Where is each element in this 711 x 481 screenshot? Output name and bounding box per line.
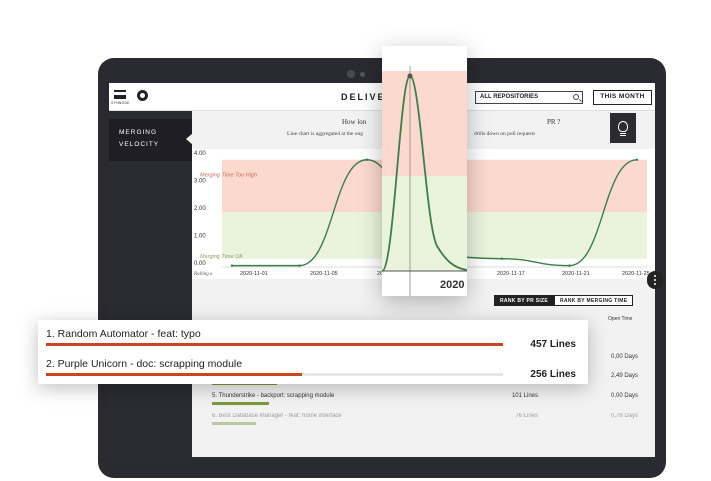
y-tick-label: 3.00 xyxy=(194,179,206,185)
lightbulb-icon xyxy=(618,121,628,132)
pull-request-lines: 256 Lines xyxy=(530,369,576,380)
size-bar xyxy=(212,402,270,405)
pull-request-lines: 76 Lines xyxy=(515,413,538,419)
band-high-label: Merging Time Too High xyxy=(200,172,257,178)
chart-subtitle-end: drills down on pull requests xyxy=(474,131,536,137)
size-bar-track xyxy=(46,343,503,346)
band-ok-label: Merging Time OK xyxy=(200,254,243,260)
zoomed-peak-chart xyxy=(382,66,467,296)
github-icon[interactable] xyxy=(137,90,148,101)
x-tick-label: 2020-11-01 xyxy=(240,271,268,277)
repository-select[interactable]: ALL REPOSITORIES xyxy=(475,91,583,104)
x-tick-label: 2020-11-17 xyxy=(497,271,525,277)
sidebar-item-merging-velocity[interactable]: MERGING VELOCITY xyxy=(109,119,193,161)
pull-request-lines: 457 Lines xyxy=(530,339,576,350)
list-item[interactable]: 1. Random Automator - feat: typo 457 Lin… xyxy=(46,324,576,350)
tab-rank-by-merging-time[interactable]: RANK BY MERGING TIME xyxy=(554,295,634,306)
chart-title: How lon xyxy=(342,118,367,126)
open-time-header: Open Time xyxy=(608,316,633,322)
x-tick-label: 2020-11-05 xyxy=(310,271,338,277)
menu-label: SYNNODE xyxy=(111,101,130,105)
size-bar xyxy=(212,422,257,425)
zoom-peak-point xyxy=(407,73,413,79)
pull-request-label: 6. Best Database Manager - feat: home in… xyxy=(212,413,342,419)
dot-icon xyxy=(654,279,656,281)
data-point xyxy=(568,264,571,267)
y-tick-label: 1.00 xyxy=(194,234,206,240)
table-row[interactable]: 5. Thunderstrike - backport: scrapping m… xyxy=(212,393,642,411)
rank-tabs: RANK BY PR SIZE RANK BY MERGING TIME xyxy=(494,295,634,306)
top-pull-requests-card: 1. Random Automator - feat: typo 457 Lin… xyxy=(38,320,588,384)
list-item[interactable]: 2. Purple Unicorn - doc: scrapping modul… xyxy=(46,354,576,380)
camera-sensor-icon xyxy=(360,72,365,77)
lightbulb-base-icon xyxy=(620,133,626,136)
hamburger-menu-icon[interactable] xyxy=(114,90,126,99)
chart-title-end: PR ? xyxy=(547,118,561,126)
size-bar-track xyxy=(46,373,503,376)
data-point xyxy=(500,257,504,260)
x-tick-label: 2020-11-21 xyxy=(562,271,590,277)
chart-subtitle: Line chart is aggregated at the ong xyxy=(287,131,364,137)
open-time-value: 0,00 Days xyxy=(610,354,638,360)
zoom-year-label: 2020 xyxy=(440,279,465,291)
y-tick-label: 0.00 xyxy=(194,261,206,267)
y-tick-label: 4.00 xyxy=(194,151,206,157)
table-row[interactable]: 6. Best Database Manager - feat: home in… xyxy=(212,413,642,431)
pull-request-label: 2. Purple Unicorn - doc: scrapping modul… xyxy=(46,358,243,370)
stage: SYNNODE DELIVER ALL REPOSITORIES THIS MO… xyxy=(0,0,711,481)
x-tick-label: 2020-11-25 xyxy=(622,271,650,277)
sidebar-item-label: VELOCITY xyxy=(119,141,160,148)
sidebar-item-label: MERGING xyxy=(119,129,158,136)
dot-icon xyxy=(654,283,656,285)
y-tick-label: 2.00 xyxy=(194,206,206,212)
size-bar-fill xyxy=(46,373,302,376)
camera-icon xyxy=(347,70,355,78)
pull-request-label: 1. Random Automator - feat: typo xyxy=(46,328,201,340)
data-point xyxy=(365,158,369,161)
data-point xyxy=(298,264,301,267)
pull-request-label: 5. Thunderstrike - backport: scrapping m… xyxy=(212,393,335,399)
open-time-value: 2,49 Days xyxy=(610,373,638,379)
data-point xyxy=(635,158,639,161)
insight-button[interactable] xyxy=(610,113,636,143)
zoomed-peak-card: 2020 xyxy=(382,46,467,296)
pull-request-lines: 101 Lines xyxy=(511,393,538,399)
repository-select-value: ALL REPOSITORIES xyxy=(480,94,539,100)
dot-icon xyxy=(654,275,656,277)
more-options-button[interactable] xyxy=(647,271,663,289)
open-time-value: 0,00 Days xyxy=(610,393,638,399)
sidebar: MERGING VELOCITY xyxy=(109,111,193,457)
tab-rank-by-pr-size[interactable]: RANK BY PR SIZE xyxy=(494,295,555,306)
rolling-label: Rolling a xyxy=(193,272,213,277)
data-point xyxy=(230,264,234,267)
size-bar-fill xyxy=(46,343,503,346)
search-icon[interactable] xyxy=(573,94,579,100)
period-button[interactable]: THIS MONTH xyxy=(593,90,652,105)
open-time-value: 0,78 Days xyxy=(610,413,638,419)
